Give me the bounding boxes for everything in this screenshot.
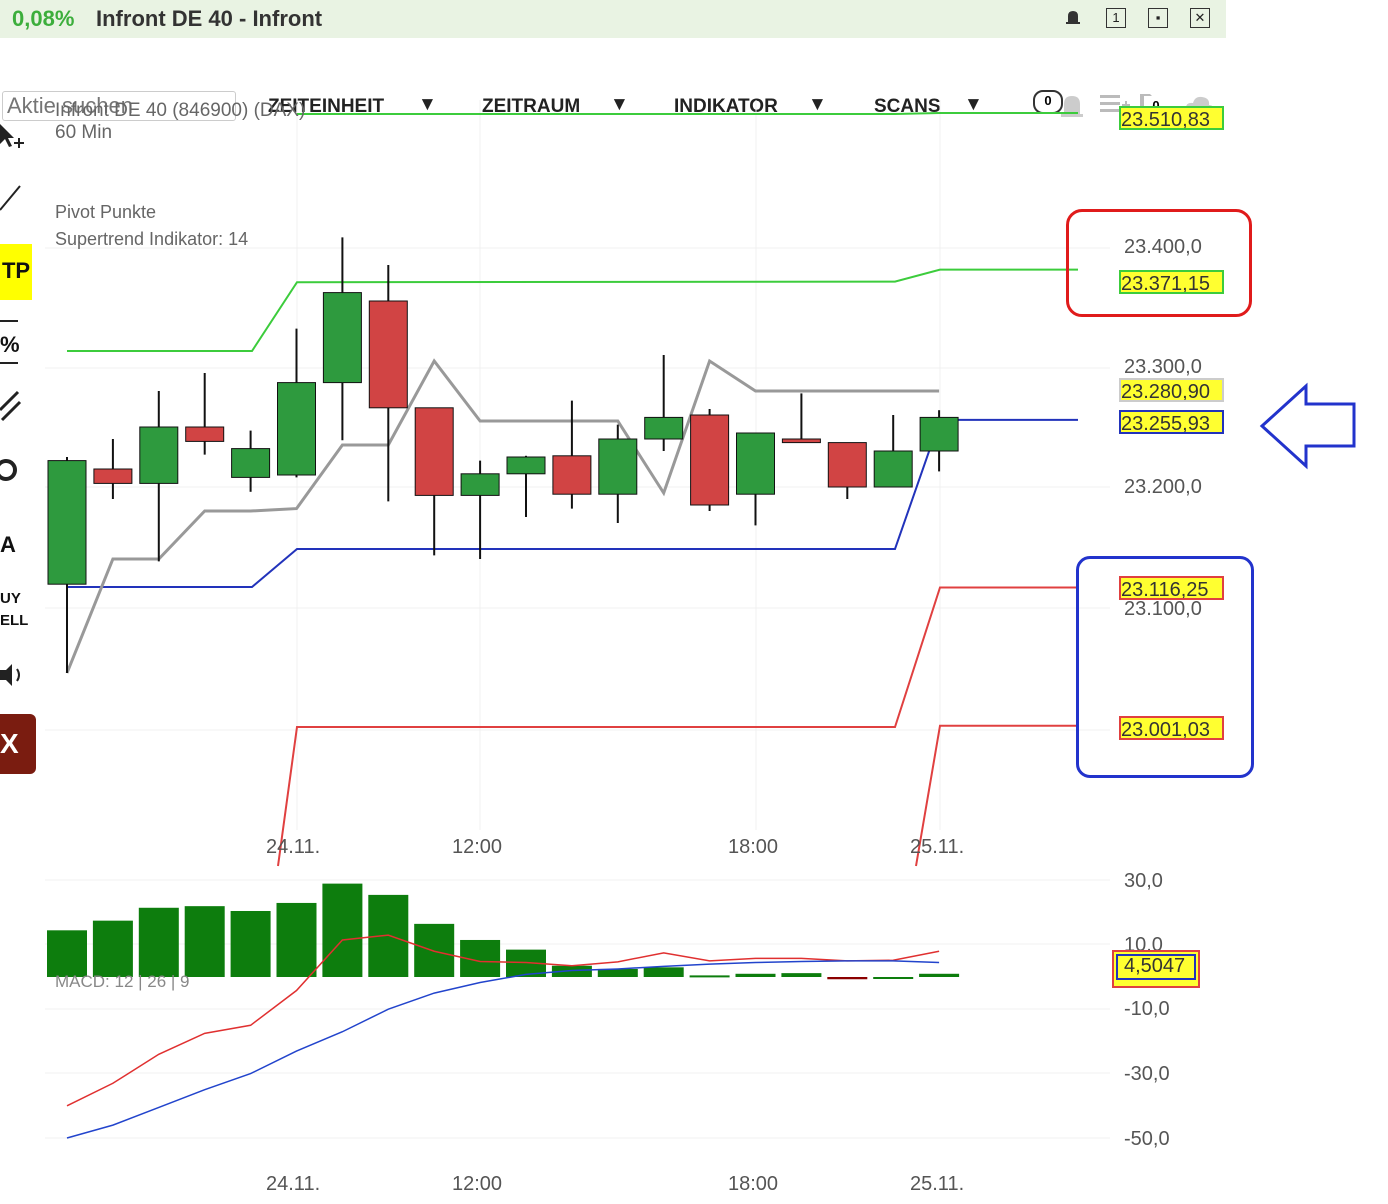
time-tick: 18:00: [728, 1173, 779, 1195]
time-tick: 18:00: [728, 836, 779, 858]
candle-body: [736, 432, 775, 495]
macd-label[interactable]: MACD: 12 | 26 | 9: [55, 972, 190, 992]
macd-bar: [92, 920, 133, 977]
price-tick: 23.300,0: [1124, 356, 1202, 378]
supertrend-path: [65, 358, 940, 674]
candle-body: [873, 450, 913, 488]
interval-label: 60 Min: [55, 122, 113, 143]
candle-body: [919, 416, 959, 452]
candle-body: [139, 426, 179, 484]
chart-window: 0,08% Infront DE 40 - Infront 1 ▪ ✕ ZEIT…: [0, 0, 1226, 1204]
candle-body: [506, 456, 546, 475]
candle-body: [781, 438, 821, 444]
pivot-r1-line: [67, 268, 1078, 352]
candle-body: [690, 414, 730, 506]
candle-body: [827, 442, 867, 488]
pivot-r2-line: [297, 112, 1078, 116]
indicator-supertrend-label[interactable]: Supertrend Indikator: 14: [55, 229, 248, 250]
macd-tick: -30,0: [1124, 1063, 1170, 1085]
macd-bar: [643, 967, 684, 977]
candle-body: [598, 438, 638, 495]
time-tick: 12:00: [452, 836, 503, 858]
time-tick: 24.11.: [266, 1173, 321, 1195]
candle-body: [368, 300, 408, 409]
macd-bar: [781, 973, 822, 977]
pivot-r2-label: 23.510,83: [1119, 106, 1224, 130]
instrument-name: Infront DE 40 (846900) (DAX): [55, 100, 306, 121]
candle-body: [322, 292, 362, 384]
price-tick: 23.200,0: [1124, 476, 1202, 498]
candle-body: [414, 407, 454, 496]
annotation-blue-box: [1076, 556, 1254, 778]
macd-histogram: [47, 883, 960, 980]
macd-bar: [230, 910, 271, 977]
time-tick: 12:00: [452, 1173, 503, 1195]
candle-body: [460, 473, 500, 496]
grid-lines: [45, 100, 1110, 1139]
time-tick: 25.11.: [910, 1173, 965, 1195]
macd-bar: [184, 906, 225, 977]
last-price-label: 23.255,93: [1119, 410, 1224, 434]
candle-body: [231, 448, 271, 478]
price-chart[interactable]: [0, 0, 1226, 1204]
annotation-red-box: [1066, 209, 1252, 317]
macd-value-label: 4,5047: [1112, 950, 1200, 988]
macd-bar: [138, 907, 179, 977]
macd-bar: [322, 883, 363, 977]
macd-bar: [47, 930, 87, 977]
macd-bar: [873, 977, 914, 979]
macd-bar: [919, 973, 960, 977]
macd-bar: [735, 973, 776, 977]
signal-line: [66, 960, 940, 1139]
macd-bar: [414, 923, 455, 977]
macd-bar: [276, 902, 317, 977]
time-tick: 24.11.: [266, 836, 321, 858]
supertrend-line: [65, 358, 940, 674]
candle-body: [277, 382, 316, 476]
annotation-arrow-icon: [1259, 382, 1356, 470]
macd-tick: -50,0: [1124, 1128, 1170, 1150]
time-tick: 25.11.: [910, 836, 965, 858]
candle-body: [47, 460, 87, 585]
candle-body: [185, 426, 225, 442]
macd-bar: [689, 975, 730, 978]
candle-body: [93, 468, 133, 484]
supertrend-price-label: 23.280,90: [1119, 378, 1224, 402]
candle-body: [552, 455, 592, 495]
macd-tick: -10,0: [1124, 998, 1170, 1020]
candle-body: [644, 416, 684, 440]
indicator-pivot-label[interactable]: Pivot Punkte: [55, 202, 156, 223]
macd-tick: 30,0: [1124, 870, 1163, 892]
macd-bar: [827, 977, 868, 980]
